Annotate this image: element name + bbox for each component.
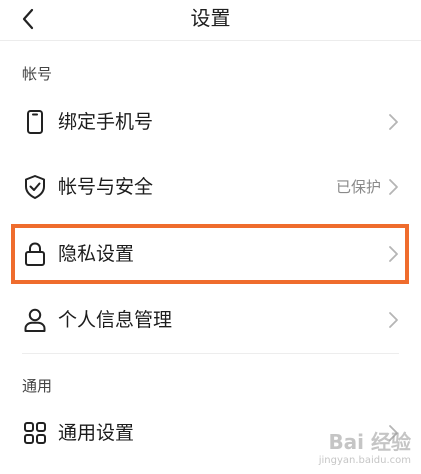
highlight-box bbox=[11, 224, 409, 284]
settings-item-account-security[interactable]: 帐号与安全 已保护 bbox=[0, 156, 421, 220]
settings-item-label: 个人信息管理 bbox=[58, 309, 173, 331]
section-title-general: 通用 bbox=[22, 377, 53, 395]
settings-item-value: 已保护 bbox=[335, 178, 381, 196]
settings-item-label: 帐号与安全 bbox=[58, 176, 154, 198]
watermark-text: Bai 经验 bbox=[328, 430, 411, 454]
section-divider bbox=[22, 353, 399, 354]
header-bar: 设置 bbox=[0, 0, 421, 41]
page-title: 设置 bbox=[190, 6, 231, 30]
person-icon bbox=[24, 308, 46, 332]
chevron-right-icon bbox=[389, 312, 398, 328]
shield-check-icon bbox=[25, 175, 45, 199]
grid-icon bbox=[24, 422, 46, 444]
chevron-right-icon bbox=[389, 179, 398, 195]
settings-item-label: 通用设置 bbox=[58, 422, 135, 444]
settings-item-bind-phone[interactable]: 绑定手机号 bbox=[0, 91, 421, 155]
settings-item-label: 绑定手机号 bbox=[58, 111, 154, 133]
chevron-right-icon bbox=[389, 114, 398, 130]
watermark: Bai 经验 jingyan.baidu.com bbox=[319, 426, 411, 466]
phone-icon bbox=[27, 110, 43, 134]
section-title-account: 帐号 bbox=[22, 65, 53, 83]
settings-item-personal-info[interactable]: 个人信息管理 bbox=[0, 289, 421, 353]
watermark-url: jingyan.baidu.com bbox=[318, 455, 411, 466]
